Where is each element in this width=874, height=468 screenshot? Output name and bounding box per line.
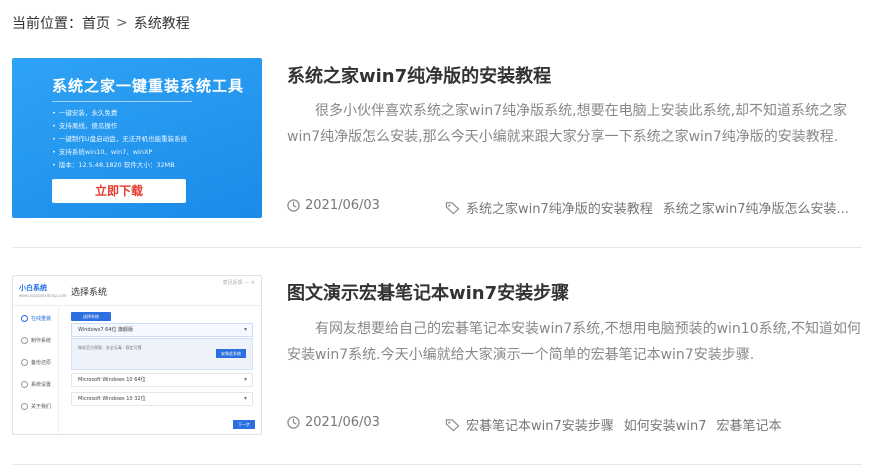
article-tag-link[interactable]: 宏碁笔记本win7安装步骤 <box>466 415 614 434</box>
thumbnail-sidebar-item: 关于我们 <box>21 403 51 410</box>
thumbnail-feature: 版本：12.5.48.1820 软件大小：32MB <box>52 159 175 169</box>
tag-icon <box>445 201 460 214</box>
article-tags: 宏碁笔记本win7安装步骤 如何安装win7 宏碁笔记本 <box>445 415 862 434</box>
article-date-text: 2021/06/03 <box>305 198 380 213</box>
thumbnail-feature: 一键安装，永久免费 <box>52 107 118 117</box>
thumbnail-sidebar: 在线重装 制作系统 备份还原 系统设置 关于我们 <box>13 307 59 434</box>
breadcrumb-separator: > <box>116 15 128 31</box>
article-tag-link[interactable]: 系统之家win7纯净版的安装教程 <box>466 198 653 217</box>
article-title[interactable]: 系统之家win7纯净版的安装教程 <box>287 62 551 88</box>
article-meta: 2021/06/03 宏碁笔记本win7安装步骤 如何安装win7 宏碁笔记本 <box>287 415 862 434</box>
breadcrumb: 当前位置： 首页 > 系统教程 <box>12 13 190 33</box>
thumbnail-feature: 支持系统win10、win7、winXP <box>52 146 153 156</box>
thumbnail-heading: 系统之家一键重装系统工具 <box>52 77 245 95</box>
clock-icon <box>287 199 300 212</box>
thumbnail-sidebar-item: 制作系统 <box>21 337 51 344</box>
tag-icon <box>445 418 460 431</box>
thumbnail-next-button: 下一步 <box>233 420 255 429</box>
thumbnail-window-controls: 意见反馈 — ✕ <box>222 280 255 286</box>
article-title[interactable]: 图文演示宏碁笔记本win7安装步骤 <box>287 279 569 305</box>
thumbnail-sidebar-item: 备份还原 <box>21 359 51 366</box>
clock-icon <box>287 416 300 429</box>
thumbnail-feature: 支持离线，傻瓜操作 <box>52 120 118 130</box>
article-tag-link[interactable]: 宏碁笔记本 <box>717 415 782 434</box>
chevron-down-icon: ▾ <box>243 395 247 402</box>
thumbnail-sidebar-item: 系统设置 <box>21 381 51 388</box>
thumbnail-sidebar-item: 在线重装 <box>21 315 51 322</box>
thumbnail-os-name: Microsoft Windows 10 32位 <box>78 396 146 402</box>
article-date: 2021/06/03 <box>287 198 380 213</box>
thumbnail-install-button: 安装此系统 <box>216 349 246 358</box>
thumbnail-tab: 选择系统 <box>71 312 111 321</box>
chevron-down-icon: ▾ <box>243 376 247 383</box>
breadcrumb-home-link[interactable]: 首页 <box>82 13 110 33</box>
thumbnail-os-name: Windows7 64位 旗舰版 <box>78 327 134 333</box>
thumbnail-os-panel: 微软官方原版 · 安全无毒 · 稳定可靠 安装此系统 <box>71 338 253 370</box>
article-summary: 很多小伙伴喜欢系统之家win7纯净版系统,想要在电脑上安装此系统,却不知道系统之… <box>287 103 848 145</box>
breadcrumb-current-link[interactable]: 系统教程 <box>134 13 190 33</box>
thumbnail-divider <box>52 101 192 102</box>
article-date: 2021/06/03 <box>287 415 380 430</box>
thumbnail-panel-text: 微软官方原版 · 安全无毒 · 稳定可靠 <box>78 345 142 350</box>
chevron-down-icon: ▾ <box>243 326 247 333</box>
thumbnail-logo-url: www.xiaobaixitong.com <box>19 293 67 298</box>
article-item: 小白系统 www.xiaobaixitong.com 选择系统 意见反馈 — ✕… <box>12 275 862 465</box>
article-thumbnail[interactable]: 系统之家一键重装系统工具 一键安装，永久免费 支持离线，傻瓜操作 一键制作U盘启… <box>12 58 262 218</box>
thumbnail-window-header: 小白系统 www.xiaobaixitong.com 选择系统 意见反馈 — ✕ <box>13 276 261 306</box>
article-tag-link[interactable]: 系统之家win7纯净版怎么安装... <box>663 198 849 217</box>
article-tag-link[interactable]: 如何安装win7 <box>624 415 707 434</box>
thumbnail-os-row: Microsoft Windows 10 64位 ▾ <box>71 373 253 387</box>
thumbnail-feature: 一键制作U盘启动盘，无法开机也能重装系统 <box>52 133 187 143</box>
thumbnail-os-row: Windows7 64位 旗舰版 ▾ <box>71 323 253 337</box>
thumbnail-window-title: 选择系统 <box>71 288 108 298</box>
thumbnail-os-name: Microsoft Windows 10 64位 <box>78 377 146 383</box>
article-tags: 系统之家win7纯净版的安装教程 系统之家win7纯净版怎么安装... <box>445 198 862 217</box>
article-summary: 有网友想要给自己的宏碁笔记本安装win7系统,不想用电脑预装的win10系统,不… <box>287 321 862 363</box>
article-date-text: 2021/06/03 <box>305 415 380 430</box>
thumbnail-os-row: Microsoft Windows 10 32位 ▾ <box>71 392 253 406</box>
article-thumbnail[interactable]: 小白系统 www.xiaobaixitong.com 选择系统 意见反馈 — ✕… <box>12 275 262 435</box>
thumbnail-download-button: 立即下载 <box>52 179 186 203</box>
article-meta: 2021/06/03 系统之家win7纯净版的安装教程 系统之家win7纯净版怎… <box>287 198 862 217</box>
thumbnail-logo: 小白系统 <box>19 284 47 292</box>
breadcrumb-prefix: 当前位置： <box>12 16 82 32</box>
article-item: 系统之家一键重装系统工具 一键安装，永久免费 支持离线，傻瓜操作 一键制作U盘启… <box>12 58 862 248</box>
